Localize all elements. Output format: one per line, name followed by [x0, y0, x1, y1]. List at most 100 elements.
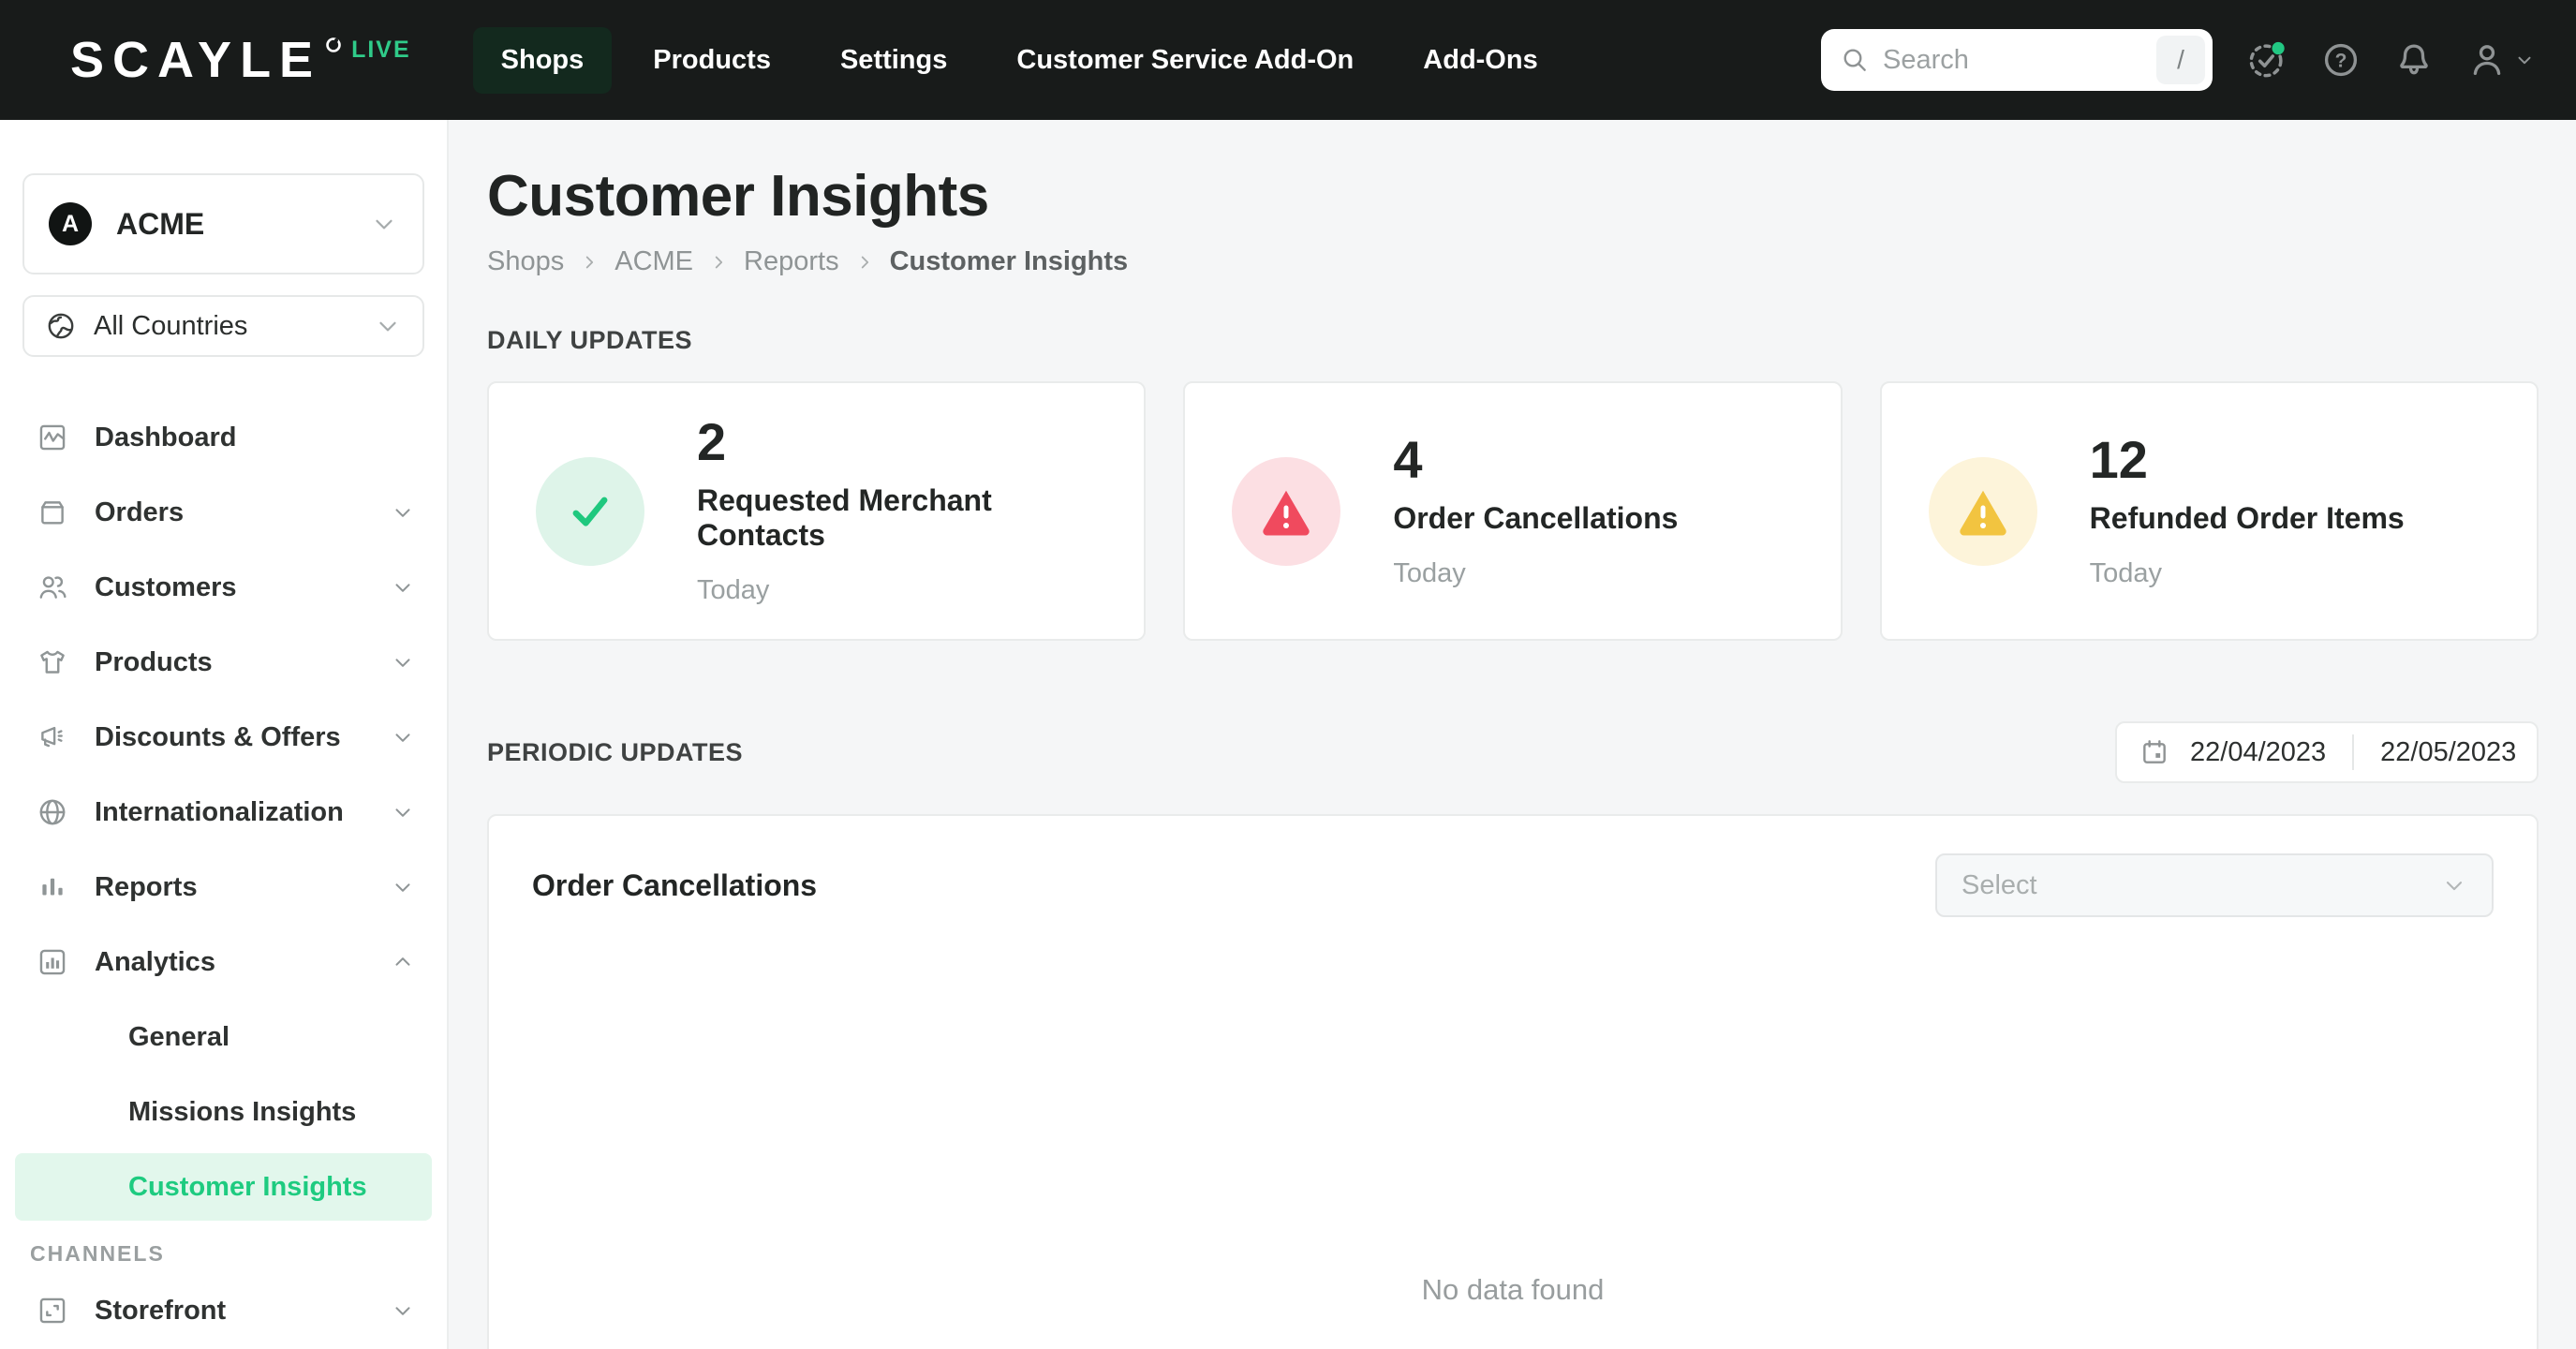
slash-shortcut-key: / — [2156, 36, 2205, 84]
warning-triangle-icon — [1955, 483, 2011, 540]
user-menu-button[interactable] — [2467, 40, 2535, 80]
date-divider — [2352, 734, 2355, 770]
warning-circle — [1928, 456, 2037, 566]
page-title: Customer Insights — [487, 164, 989, 229]
breadcrumb-acme[interactable]: ACME — [614, 246, 693, 277]
megaphone-icon — [37, 721, 68, 753]
breadcrumb-current: Customer Insights — [889, 246, 1129, 276]
notifications-button[interactable] — [2394, 40, 2434, 80]
chevron-down-icon — [374, 312, 402, 340]
tshirt-icon — [37, 646, 68, 678]
daily-updates-heading: DAILY UPDATES — [487, 326, 693, 354]
topbar: SCAYLE LIVE Shops Products Settings Cust… — [0, 0, 2576, 120]
sidebar-item-dashboard[interactable]: Dashboard — [22, 400, 424, 475]
chevron-down-icon — [2441, 872, 2467, 898]
sidebar-item-label: Storefront — [95, 1295, 227, 1326]
chevron-down-icon — [2514, 50, 2535, 70]
breadcrumb-shops[interactable]: Shops — [487, 246, 564, 277]
sidebar-subitem-label: Missions Insights — [128, 1096, 357, 1127]
search-box[interactable]: / — [1821, 29, 2213, 91]
storefront-icon — [37, 1295, 68, 1327]
dashboard-icon — [37, 422, 68, 453]
chevron-down-icon — [391, 1298, 415, 1323]
search-input[interactable] — [1883, 44, 2156, 76]
sidebar-item-label: Dashboard — [95, 422, 237, 452]
breadcrumb-reports[interactable]: Reports — [744, 246, 839, 277]
chevron-up-icon — [391, 950, 415, 974]
date-to-field[interactable]: 22/05/2023 — [2380, 737, 2516, 768]
sidebar-item-label: Products — [95, 646, 213, 677]
sidebar-item-products[interactable]: Products — [22, 625, 424, 700]
sidebar-item-label: Orders — [95, 497, 185, 527]
stat-value: 4 — [1393, 429, 1423, 489]
channels-section-heading: CHANNELS — [30, 1240, 165, 1266]
sidebar-item-label: Analytics — [95, 946, 215, 977]
shop-avatar: A — [49, 202, 92, 245]
topnav-settings[interactable]: Settings — [812, 27, 975, 94]
globe-icon — [37, 796, 68, 828]
analytics-icon — [37, 946, 68, 978]
stat-period: Today — [697, 575, 770, 605]
sidebar-item-label: Internationalization — [95, 796, 344, 827]
stat-period: Today — [2089, 557, 2163, 588]
sidebar-item-reports[interactable]: Reports — [22, 850, 424, 925]
alert-triangle-icon — [1258, 483, 1314, 540]
topnav-products[interactable]: Products — [625, 27, 799, 94]
order-cancellations-panel: Order Cancellations Select No data found — [487, 814, 2539, 1349]
sidebar-item-customers[interactable]: Customers — [22, 550, 424, 625]
logo-circle-icon — [325, 37, 342, 53]
customers-icon — [37, 571, 68, 603]
sidebar-item-storefront[interactable]: Storefront — [22, 1273, 424, 1348]
bar-chart-icon — [37, 871, 68, 903]
logo-text: SCAYLE — [70, 32, 322, 88]
stat-value: 12 — [2089, 429, 2148, 489]
danger-circle — [1232, 456, 1341, 566]
sidebar-subitem-missions-insights[interactable]: Missions Insights — [22, 1075, 424, 1149]
topbar-actions: / ? — [1821, 29, 2535, 91]
metric-select[interactable]: Select — [1935, 853, 2494, 917]
stat-period: Today — [1393, 557, 1466, 588]
sidebar-item-internationalization[interactable]: Internationalization — [22, 775, 424, 850]
stat-card-refunded-order-items: 12 Refunded Order Items Today — [1879, 381, 2539, 641]
panel-header: Order Cancellations Select — [532, 853, 2494, 917]
sidebar-item-discounts-offers[interactable]: Discounts & Offers — [22, 700, 424, 775]
orders-icon — [37, 497, 68, 528]
chevron-down-icon — [391, 725, 415, 749]
periodic-updates-row: PERIODIC UPDATES 22/04/2023 22/05/2023 — [487, 721, 2539, 783]
svg-text:?: ? — [2335, 50, 2347, 71]
sidebar-subitem-general[interactable]: General — [22, 1000, 424, 1075]
search-icon — [1840, 45, 1870, 75]
date-from-field[interactable]: 22/04/2023 — [2190, 737, 2326, 768]
topnav-add-ons[interactable]: Add-Ons — [1395, 27, 1565, 94]
stat-body: 12 Refunded Order Items Today — [2089, 429, 2405, 589]
chevron-right-icon — [708, 252, 729, 273]
country-selector[interactable]: All Countries — [22, 295, 424, 357]
status-tasks-button[interactable] — [2246, 39, 2287, 81]
sidebar-item-label: Reports — [95, 871, 198, 902]
sidebar-menu: Dashboard Orders Customers Products Disc… — [15, 400, 432, 1348]
stat-label: Requested Merchant Contacts — [697, 483, 992, 552]
sidebar-subitem-label: Customer Insights — [128, 1171, 367, 1202]
sidebar: A ACME All Countries Dashboard Orders Cu… — [0, 120, 449, 1349]
user-icon — [2467, 40, 2507, 80]
date-range-picker[interactable]: 22/04/2023 22/05/2023 — [2115, 721, 2539, 783]
sidebar-item-orders[interactable]: Orders — [22, 475, 424, 550]
daily-updates-cards: 2 Requested Merchant Contacts Today 4 Or… — [487, 381, 2539, 641]
chevron-down-icon — [370, 210, 398, 238]
shop-name: ACME — [116, 206, 205, 241]
stat-label: Refunded Order Items — [2089, 500, 2405, 535]
stat-body: 4 Order Cancellations Today — [1393, 429, 1678, 589]
help-button[interactable]: ? — [2321, 40, 2361, 80]
shop-selector[interactable]: A ACME — [22, 173, 424, 274]
scayle-logo[interactable]: SCAYLE LIVE — [70, 35, 411, 85]
chevron-down-icon — [391, 575, 415, 600]
sidebar-subitem-customer-insights[interactable]: Customer Insights — [15, 1153, 432, 1221]
sidebar-item-analytics[interactable]: Analytics — [22, 925, 424, 1000]
stat-body: 2 Requested Merchant Contacts Today — [697, 416, 1097, 606]
status-check-icon — [2246, 39, 2287, 81]
topnav-shops[interactable]: Shops — [472, 26, 613, 94]
calendar-icon — [2139, 737, 2169, 767]
topnav-customer-service-add-on[interactable]: Customer Service Add-On — [988, 27, 1382, 94]
chevron-down-icon — [391, 800, 415, 824]
check-icon — [564, 485, 616, 538]
